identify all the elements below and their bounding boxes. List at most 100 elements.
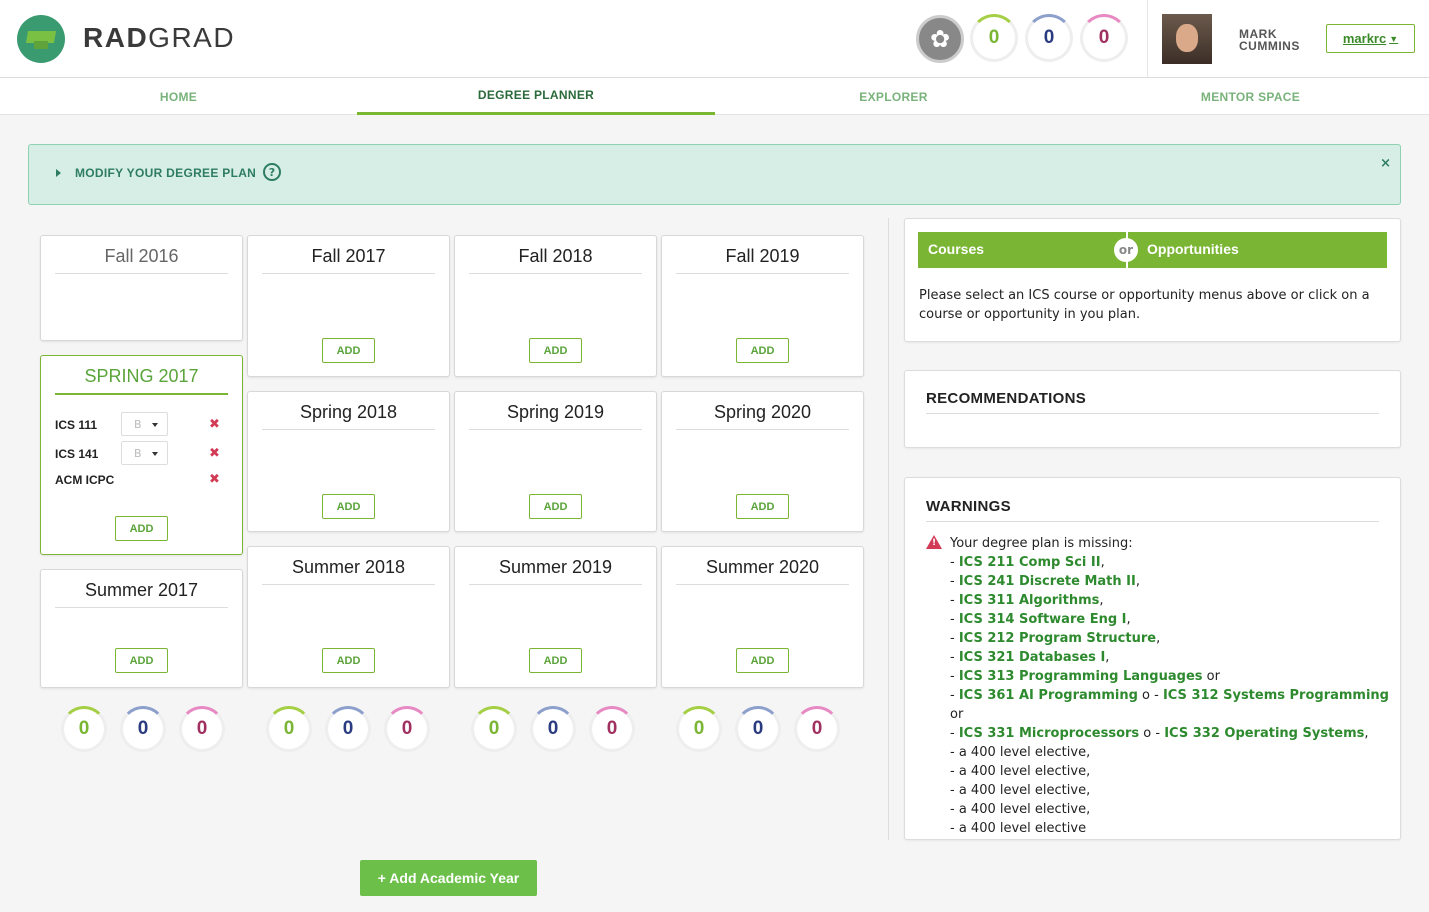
year-innovation-score: 0	[471, 706, 517, 752]
warning-line: - ICS 321 Databases I,	[950, 648, 1400, 667]
header-divider	[1147, 0, 1148, 77]
or-label: or	[1114, 238, 1138, 262]
opportunities-dropdown[interactable]: Opportunities	[1147, 241, 1239, 257]
missing-course-link[interactable]: ICS 314 Software Eng I	[959, 612, 1127, 627]
header-competency-score: 0	[1025, 14, 1073, 62]
add-button[interactable]: ADD	[115, 648, 168, 673]
missing-course-link[interactable]: ICS 211 Comp Sci II	[959, 555, 1101, 570]
missing-course-link[interactable]: ICS 241 Discrete Math II	[959, 574, 1136, 589]
warning-text: ,	[1135, 574, 1140, 589]
semester-summer-2017: Summer 2017 ADD	[40, 569, 243, 688]
semester-title: Spring 2019	[469, 402, 642, 430]
warning-triangle-icon: !	[926, 535, 942, 549]
add-button[interactable]: ADD	[529, 648, 582, 673]
semester-title: Summer 2018	[262, 557, 435, 585]
tab-mentor-space[interactable]: MENTOR SPACE	[1072, 78, 1429, 115]
main-nav: HOME DEGREE PLANNER EXPLORER MENTOR SPAC…	[0, 78, 1429, 115]
brand-name[interactable]: RADGRAD	[83, 22, 235, 54]
add-button[interactable]: ADD	[322, 648, 375, 673]
semester-title: Fall 2016	[55, 246, 228, 274]
caret-down-icon	[152, 423, 158, 427]
planned-opportunity[interactable]: ACM ICPC	[55, 473, 114, 487]
semester-title: Spring 2018	[262, 402, 435, 430]
year-competency-score: 0	[325, 706, 371, 752]
tab-home[interactable]: HOME	[0, 78, 357, 115]
add-button[interactable]: ADD	[529, 494, 582, 519]
missing-course-link[interactable]: ICS 331 Microprocessors	[959, 726, 1139, 741]
brand-grad: GRAD	[148, 22, 236, 53]
add-button[interactable]: ADD	[736, 648, 789, 673]
semester-title: Summer 2020	[676, 557, 849, 585]
year-competency-score: 0	[120, 706, 166, 752]
warnings-panel: WARNINGS ! Your degree plan is missing: …	[904, 477, 1401, 840]
courses-dropdown[interactable]: Courses	[928, 241, 984, 257]
add-button[interactable]: ADD	[115, 516, 168, 541]
semester-spring-2017: SPRING 2017 ICS 111 B ✖ ICS 141 B ✖ ACM …	[40, 355, 243, 555]
modify-degree-plan-label[interactable]: MODIFY YOUR DEGREE PLAN	[75, 166, 256, 180]
warning-line: - a 400 level elective,	[950, 800, 1400, 819]
header-experience-score: 0	[1080, 14, 1128, 62]
user-menu-button[interactable]: markrc ▼	[1326, 24, 1415, 53]
warning-text: - a 400 level elective,	[950, 783, 1091, 798]
add-button[interactable]: ADD	[736, 494, 789, 519]
radgrad-logo-icon[interactable]	[17, 15, 65, 63]
delete-icon[interactable]: ✖	[209, 446, 220, 461]
warning-text: ,	[1099, 593, 1104, 608]
warning-text: -	[950, 574, 959, 589]
delete-icon[interactable]: ✖	[209, 417, 220, 432]
semester-spring-2020: Spring 2020 ADD	[661, 391, 864, 532]
close-icon[interactable]: ×	[1380, 156, 1391, 171]
warning-text: o -	[1137, 688, 1163, 703]
missing-course-link[interactable]: ICS 332 Operating Systems	[1164, 726, 1364, 741]
add-button[interactable]: ADD	[322, 494, 375, 519]
warning-text: -	[950, 688, 959, 703]
add-button[interactable]: ADD	[529, 338, 582, 363]
year-experience-score: 0	[384, 706, 430, 752]
flower-badge-icon[interactable]: ✿	[916, 15, 964, 63]
add-academic-year-button[interactable]: + Add Academic Year	[360, 860, 537, 896]
warning-text: -	[950, 631, 959, 646]
warning-lines: - ICS 211 Comp Sci II, - ICS 241 Discrete…	[950, 553, 1400, 838]
header-bar: RADGRAD ✿ 0 0 0 MARK CUMMINS markrc ▼	[0, 0, 1429, 78]
year-innovation-score: 0	[676, 706, 722, 752]
year-innovation-score: 0	[61, 706, 107, 752]
semester-title: Summer 2017	[55, 580, 228, 608]
add-button[interactable]: ADD	[322, 338, 375, 363]
warning-line: - ICS 314 Software Eng I,	[950, 610, 1400, 629]
missing-course-link[interactable]: ICS 311 Algorithms	[959, 593, 1100, 608]
missing-course-link[interactable]: ICS 312 Systems Programming	[1163, 688, 1389, 703]
user-name: MARK CUMMINS	[1239, 27, 1300, 53]
tab-degree-planner[interactable]: DEGREE PLANNER	[357, 78, 715, 115]
caret-down-icon	[152, 452, 158, 456]
semester-summer-2018: Summer 2018 ADD	[247, 546, 450, 688]
semester-title: Fall 2019	[676, 246, 849, 274]
missing-course-link[interactable]: ICS 212 Program Structure	[959, 631, 1156, 646]
modify-degree-plan-panel[interactable]: MODIFY YOUR DEGREE PLAN ? ×	[28, 144, 1401, 205]
caret-down-icon: ▼	[1389, 33, 1399, 44]
avatar[interactable]	[1162, 14, 1212, 64]
semester-fall-2016: Fall 2016	[40, 235, 243, 341]
help-icon[interactable]: ?	[263, 163, 281, 181]
warning-text: -	[950, 650, 959, 665]
warning-line: - a 400 level elective,	[950, 781, 1400, 800]
year-experience-score: 0	[589, 706, 635, 752]
warning-line: - ICS 361 AI Programming o - ICS 312 Sys…	[950, 686, 1400, 724]
delete-icon[interactable]: ✖	[209, 472, 220, 487]
missing-course-link[interactable]: ICS 313 Programming Languages	[959, 669, 1203, 684]
missing-course-link[interactable]: ICS 361 AI Programming	[959, 688, 1138, 703]
recommendations-panel: RECOMMENDATIONS	[904, 370, 1401, 448]
planned-course[interactable]: ICS 141	[55, 447, 98, 461]
tab-explorer[interactable]: EXPLORER	[715, 78, 1072, 115]
add-button[interactable]: ADD	[736, 338, 789, 363]
grade-select[interactable]: B	[121, 441, 168, 465]
warning-text: ,	[1100, 555, 1105, 570]
warning-line: - ICS 241 Discrete Math II,	[950, 572, 1400, 591]
grade-select[interactable]: B	[121, 412, 168, 436]
expand-triangle-icon[interactable]	[56, 169, 61, 177]
year-experience-score: 0	[794, 706, 840, 752]
planned-course[interactable]: ICS 111	[55, 418, 97, 432]
warning-text: ,	[1126, 612, 1131, 627]
missing-course-link[interactable]: ICS 321 Databases I	[959, 650, 1105, 665]
warning-text: ,	[1364, 726, 1369, 741]
missing-requirements-list: Your degree plan is missing: - ICS 211 C…	[950, 534, 1400, 838]
